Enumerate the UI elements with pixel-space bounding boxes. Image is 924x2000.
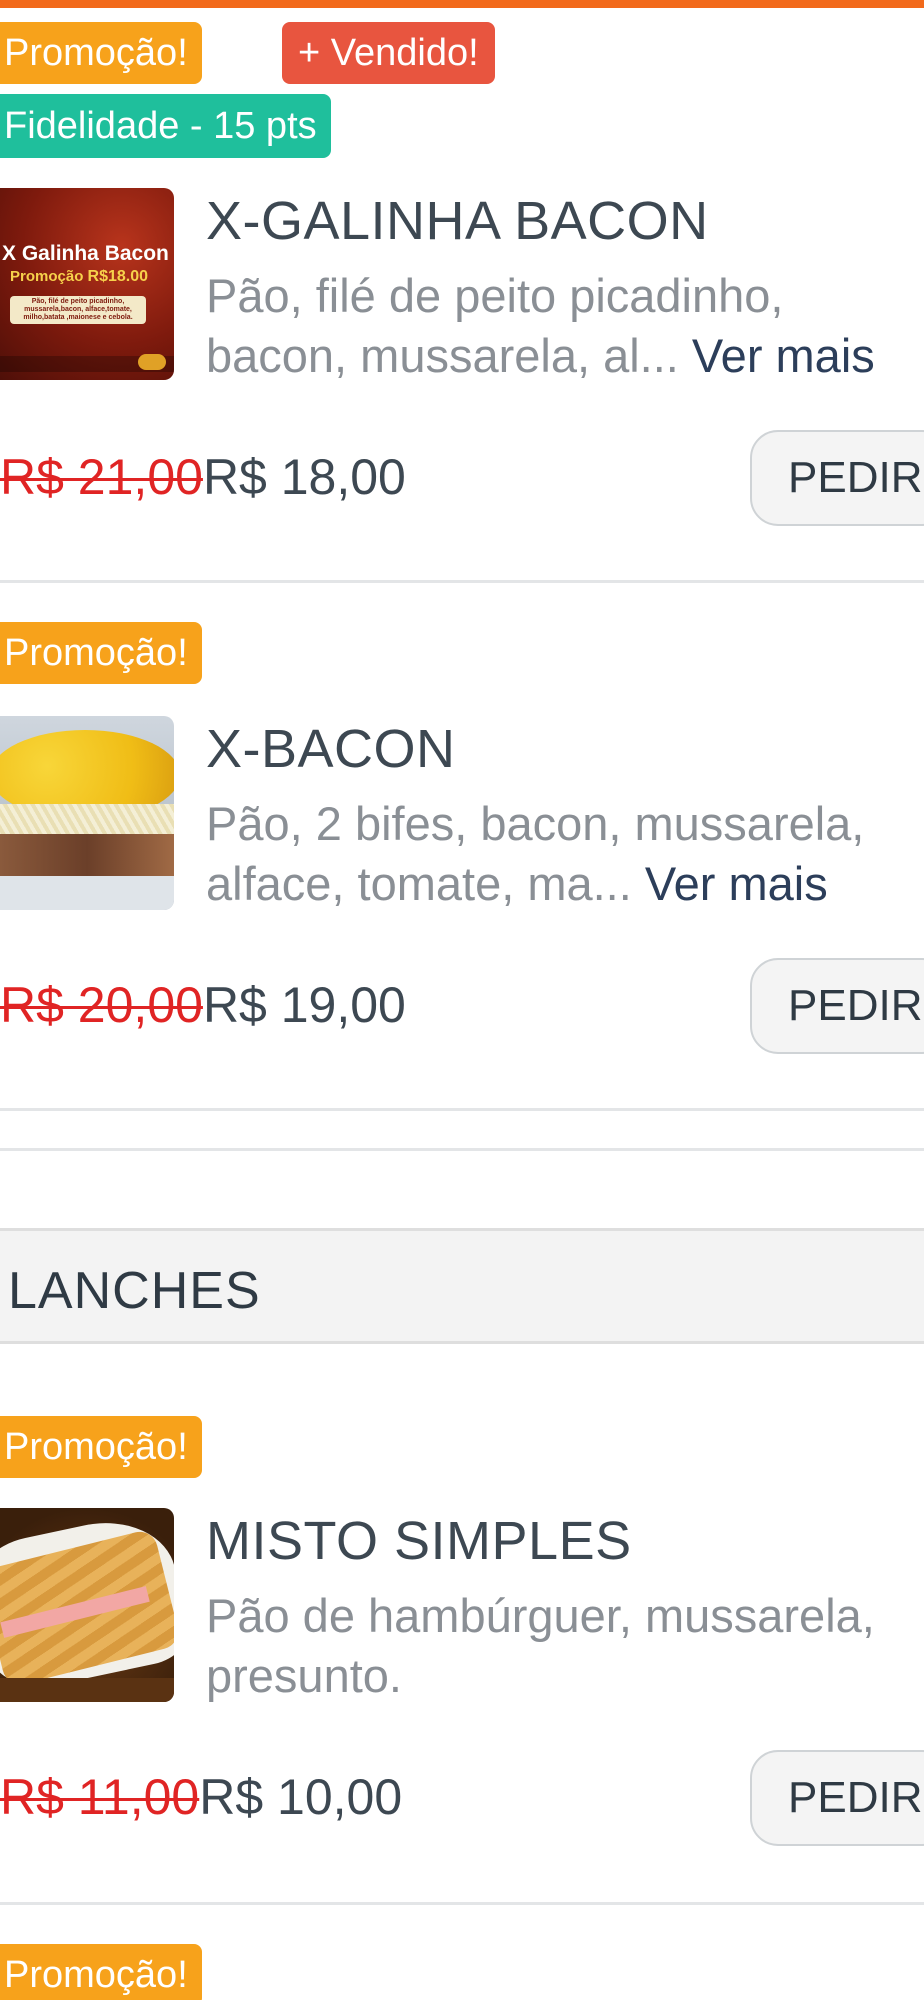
x-bacon-image[interactable] <box>0 716 174 910</box>
image-title: X Galinha Bacon <box>2 242 169 265</box>
divider <box>0 1148 924 1151</box>
misto-simples-image[interactable] <box>0 1508 174 1702</box>
price-row: R$ 11,00R$ 10,00 <box>0 1768 402 1826</box>
new-price: R$ 18,00 <box>202 449 406 505</box>
item-title[interactable]: X-BACON <box>206 718 456 780</box>
item-description: Pão de hambúrguer, mussarela, presunto. <box>206 1589 875 1702</box>
see-more-link[interactable]: Ver mais <box>692 329 875 382</box>
promo-badge: Promoção! <box>0 1416 202 1478</box>
promo-badge: Promoção! <box>0 622 202 684</box>
section-title: LANCHES <box>8 1262 261 1320</box>
divider <box>0 1108 924 1111</box>
item-description: Pão, 2 bifes, bacon, mussarela, alface, … <box>206 797 865 910</box>
promo-badge: Promoção! <box>0 1944 202 2000</box>
old-price: R$ 11,00 <box>0 1769 200 1825</box>
see-more-link[interactable]: Ver mais <box>645 857 828 910</box>
old-price: R$ 21,00 <box>0 449 203 505</box>
item-title[interactable]: X-GALINHA BACON <box>206 190 709 252</box>
section-header-lanches: LANCHES <box>0 1228 924 1344</box>
order-button[interactable]: PEDIR <box>750 430 924 526</box>
order-button[interactable]: PEDIR <box>750 958 924 1054</box>
image-ingredients: Pão, filé de peito picadinho, mussarela,… <box>10 296 146 324</box>
image-logo-icon <box>138 354 166 370</box>
price-row: R$ 21,00R$ 18,00 <box>0 448 406 506</box>
best-seller-badge: + Vendido! <box>282 22 495 84</box>
item-description: Pão, filé de peito picadinho, bacon, mus… <box>206 269 875 382</box>
image-promo-label: Promoção R$18.00 <box>10 268 149 285</box>
old-price: R$ 20,00 <box>0 977 203 1033</box>
price-row: R$ 20,00R$ 19,00 <box>0 976 406 1034</box>
new-price: R$ 19,00 <box>202 977 406 1033</box>
divider <box>0 1902 924 1905</box>
top-accent-bar <box>0 0 924 8</box>
order-button[interactable]: PEDIR <box>750 1750 924 1846</box>
x-galinha-bacon-image[interactable]: X Galinha Bacon Promoção R$18.00 Pão, fi… <box>0 188 174 380</box>
divider <box>0 580 924 583</box>
new-price: R$ 10,00 <box>199 1769 403 1825</box>
basket-rim <box>0 1678 174 1702</box>
promo-badge: Promoção! <box>0 22 202 84</box>
item-title[interactable]: MISTO SIMPLES <box>206 1510 632 1572</box>
container <box>0 876 174 910</box>
loyalty-points-badge: Fidelidade - 15 pts <box>0 94 331 158</box>
